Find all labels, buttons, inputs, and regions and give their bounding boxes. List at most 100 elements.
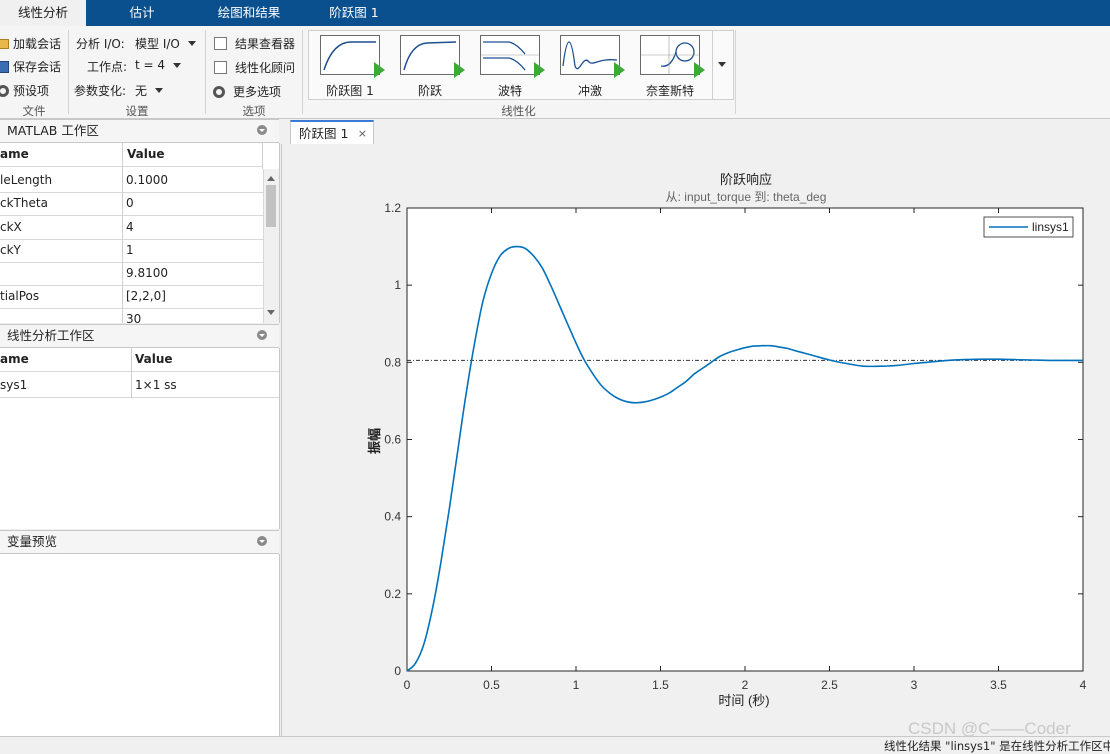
toolstrip: 加载会话 保存会话 预设项 文件 分析 I/O: 模型 I/O 工作点: t =… [0, 26, 1110, 119]
panel-menu-icon[interactable] [257, 125, 267, 135]
folder-icon [0, 38, 9, 49]
load-session-label: 加载会话 [13, 37, 62, 51]
chart-subtitle: 从: input_torque 到: theta_deg [666, 190, 827, 204]
scrollbar-thumb[interactable] [266, 185, 276, 227]
panel-menu-icon[interactable] [257, 330, 267, 340]
column-header-name[interactable]: ame [0, 143, 120, 166]
linearize-gallery: 阶跃图 1 阶跃 波特 冲激 奈奎斯特 [308, 30, 713, 100]
table-row[interactable]: ckX 4 [0, 216, 263, 240]
scroll-up-icon[interactable] [267, 176, 275, 181]
gear-icon [213, 85, 225, 98]
x-tick-label: 1.5 [652, 678, 669, 692]
tab-step-plot-1-doc[interactable]: 阶跃图 1 × [290, 120, 374, 145]
chevron-down-icon [718, 62, 726, 67]
var-name [0, 262, 120, 285]
analysis-io-value: 模型 I/O [135, 37, 180, 51]
options-section: 结果查看器 线性化顾问 更多选项 选项 [206, 26, 302, 118]
gallery-label-nyquist: 奈奎斯特 [645, 84, 694, 98]
impulse-thumbnail-icon [560, 35, 625, 78]
matlab-workspace-header[interactable]: MATLAB 工作区 [0, 119, 279, 143]
table-row[interactable]: 9.8100 [0, 262, 263, 286]
column-divider [122, 143, 123, 323]
preferences-button[interactable]: 预设项 [0, 82, 49, 99]
linearization-advisor-checkbox[interactable]: 线性化顾问 [214, 59, 295, 76]
column-header-name[interactable]: ame [0, 348, 128, 371]
close-icon[interactable]: × [358, 122, 367, 145]
var-value: [2,2,0] [126, 289, 166, 303]
result-viewer-checkbox[interactable]: 结果查看器 [214, 35, 295, 52]
tab-step-plot-1[interactable]: 阶跃图 1 [300, 0, 408, 26]
column-header-value[interactable]: Value [135, 348, 275, 371]
var-name: ckTheta [0, 196, 48, 210]
operating-point-dropdown[interactable]: t = 4 [135, 58, 182, 72]
ribbon-divider [302, 30, 303, 114]
y-tick-label: 0 [394, 664, 401, 678]
step-response-chart[interactable]: 阶跃响应 从: input_torque 到: theta_deg 时间 (秒)… [282, 144, 1110, 736]
matlab-workspace-table: ame Value leLength 0.1000 ckTheta 0 ckX … [0, 143, 280, 323]
var-value: 30 [126, 312, 142, 323]
settings-section-title: 设置 [125, 104, 149, 118]
checkbox-icon [214, 61, 227, 74]
y-axis-label: 振幅 [367, 428, 382, 454]
doc-tab-label: 阶跃图 1 [299, 126, 349, 141]
more-options-button[interactable]: 更多选项 [213, 83, 281, 100]
table-row[interactable]: ckTheta 0 [0, 192, 263, 216]
tab-plots-results[interactable]: 绘图和结果 [198, 0, 300, 26]
gallery-label-impulse: 冲激 [577, 84, 602, 98]
x-tick-label: 3.5 [990, 678, 1007, 692]
table-header-row: ame Value [0, 348, 279, 372]
y-tick-label: 0.4 [384, 510, 401, 524]
result-viewer-label: 结果查看器 [235, 37, 296, 51]
gallery-item-impulse[interactable]: 冲激 [552, 35, 628, 99]
column-header-value[interactable]: Value [127, 143, 257, 166]
gallery-item-bode[interactable]: 波特 [472, 35, 548, 99]
var-value: 0 [126, 196, 134, 210]
param-variation-label: 参数变化: [74, 84, 127, 98]
scroll-down-icon[interactable] [267, 310, 275, 315]
var-name: sys1 [0, 378, 28, 392]
analysis-io-dropdown[interactable]: 模型 I/O [135, 35, 196, 52]
linearization-advisor-label: 线性化顾问 [235, 61, 296, 75]
var-value: 9.8100 [126, 266, 168, 280]
gallery-item-step[interactable]: 阶跃 [392, 35, 468, 99]
x-tick-label: 2.5 [821, 678, 838, 692]
table-row[interactable]: sys1 1×1 ss [0, 374, 279, 398]
var-name: ckX [0, 220, 22, 234]
linear-workspace-header[interactable]: 线性分析工作区 [0, 324, 279, 348]
param-variation-dropdown[interactable]: 无 [135, 82, 164, 99]
var-name: leLength [0, 173, 53, 187]
load-session-button[interactable]: 加载会话 [0, 35, 61, 52]
x-tick-label: 0 [404, 678, 411, 692]
y-tick-label: 1.2 [384, 201, 401, 215]
table-row[interactable]: tialPos [2,2,0] [0, 285, 263, 309]
table-row[interactable]: 30 [0, 308, 263, 323]
play-icon [694, 62, 705, 78]
x-tick-label: 0.5 [483, 678, 500, 692]
tab-linear-analysis[interactable]: 线性分析 [0, 0, 86, 26]
gallery-item-nyquist[interactable]: 奈奎斯特 [632, 35, 708, 99]
table-row[interactable]: ckY 1 [0, 239, 263, 263]
step-thumbnail-icon [320, 35, 385, 78]
variable-preview-header[interactable]: 变量预览 [0, 530, 279, 554]
gallery-expand-button[interactable] [712, 30, 734, 100]
table-row[interactable]: leLength 0.1000 [0, 169, 263, 193]
var-name [0, 308, 120, 323]
var-value: 1×1 ss [135, 378, 177, 392]
step-thumbnail-icon [400, 35, 465, 78]
panel-menu-icon[interactable] [257, 536, 267, 546]
vertical-scrollbar[interactable] [263, 169, 279, 323]
chart-title: 阶跃响应 [720, 172, 772, 187]
more-options-label: 更多选项 [233, 85, 282, 99]
tab-estimation[interactable]: 估计 [86, 0, 198, 26]
save-session-button[interactable]: 保存会话 [0, 58, 61, 75]
status-text: 线性化结果 "linsys1" 是在线性分析工作区中 [884, 739, 1110, 753]
variable-preview-area [0, 554, 280, 736]
chevron-down-icon [187, 41, 196, 46]
save-session-label: 保存会话 [13, 60, 62, 74]
gallery-item-step-plot-1[interactable]: 阶跃图 1 [312, 35, 388, 99]
options-section-title: 选项 [242, 104, 266, 118]
param-variation-value: 无 [135, 84, 148, 98]
y-tick-label: 1 [394, 278, 401, 292]
column-divider [262, 143, 263, 169]
x-tick-label: 2 [742, 678, 749, 692]
